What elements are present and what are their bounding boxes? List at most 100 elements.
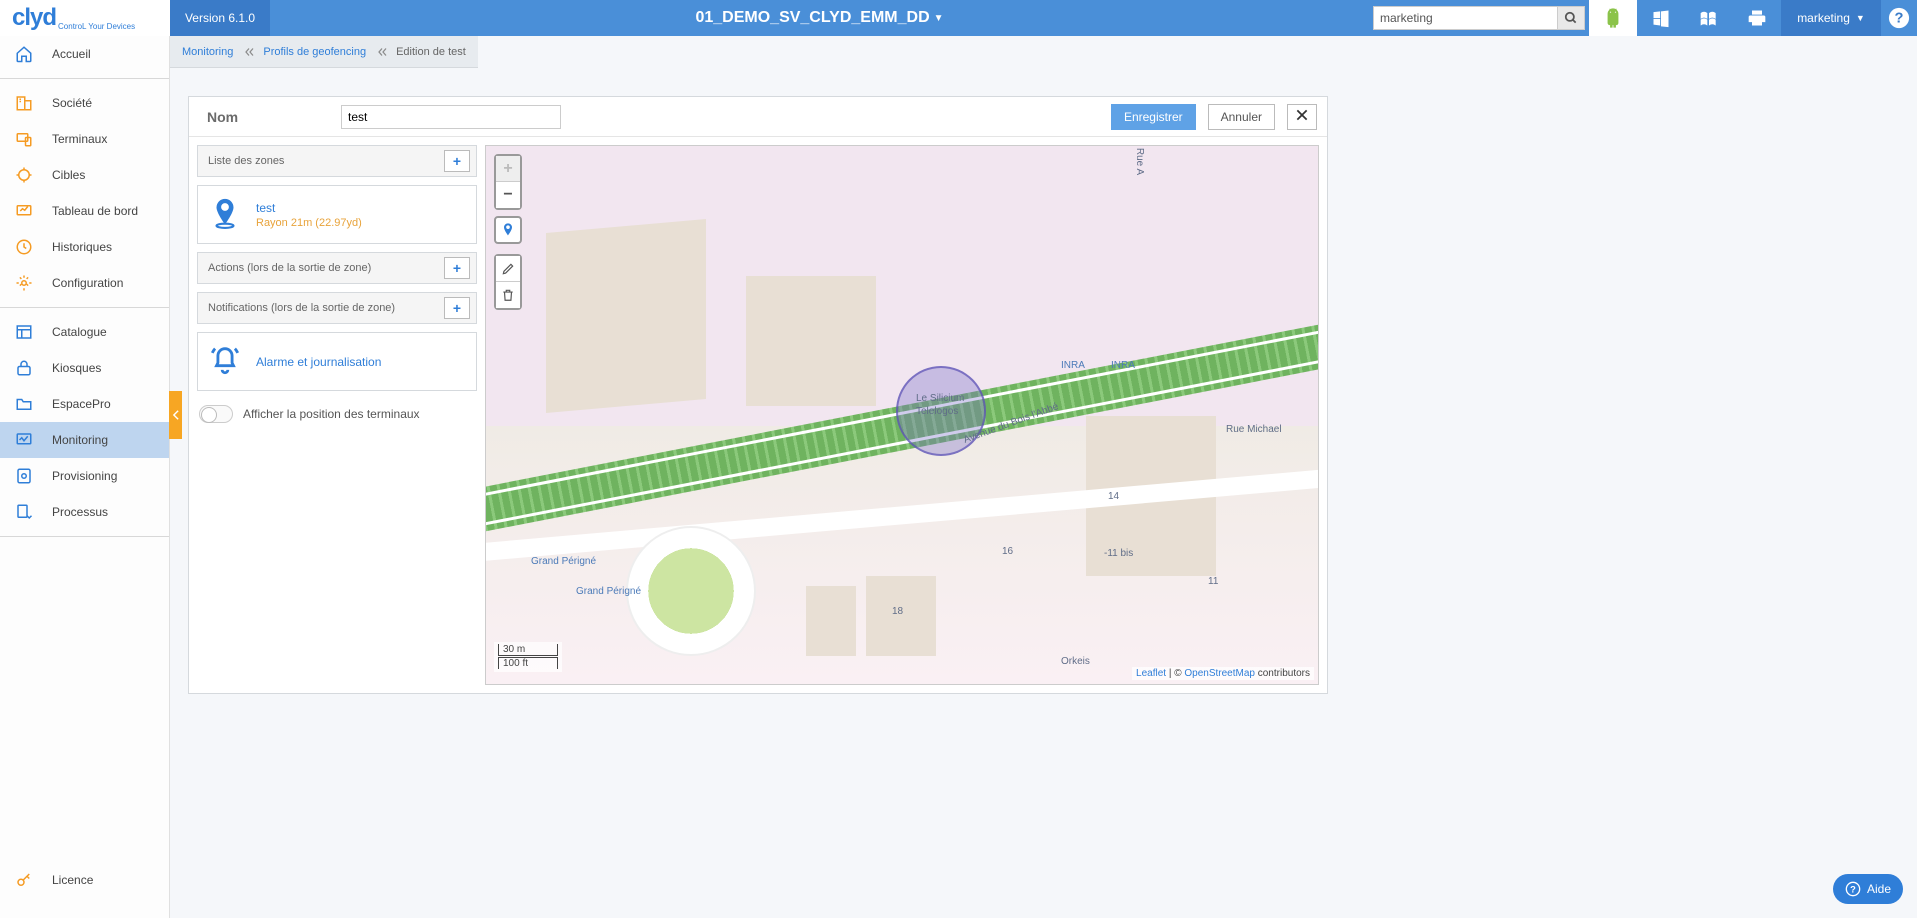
zones-section-header: Liste des zones +	[197, 145, 477, 177]
geofence-zone-overlay	[896, 366, 986, 456]
sidebar-item-label: Monitoring	[52, 433, 108, 447]
breadcrumb-link-monitoring[interactable]: Monitoring	[182, 46, 233, 58]
sidebar-item-label: Licence	[52, 873, 93, 887]
svg-text:?: ?	[1895, 11, 1904, 27]
osm-link[interactable]: OpenStreetMap	[1184, 668, 1255, 679]
breadcrumb-current: Edition de test	[396, 46, 466, 58]
sidebar-item-label: Kiosques	[52, 361, 101, 375]
toggle-label: Afficher la position des terminaux	[243, 407, 420, 421]
logo-text: clyd	[12, 4, 56, 32]
search-icon	[1564, 11, 1578, 25]
home-icon	[14, 44, 34, 64]
sidebar-item-cibles[interactable]: Cibles	[0, 157, 169, 193]
save-button[interactable]: Enregistrer	[1111, 104, 1196, 130]
help-icon: ?	[1845, 881, 1861, 897]
sidebar-item-label: Société	[52, 96, 92, 110]
map-zoom-control: + −	[494, 154, 522, 210]
map-pin-icon	[500, 221, 516, 239]
sidebar-item-societe[interactable]: Société	[0, 85, 169, 121]
breadcrumb: Monitoring Profils de geofencing Edition…	[170, 36, 478, 68]
help-floating-button[interactable]: ? Aide	[1833, 874, 1903, 904]
map-building	[866, 576, 936, 656]
gear-icon	[14, 273, 34, 293]
sidebar-item-label: Configuration	[52, 276, 123, 290]
help-button[interactable]: ?	[1881, 0, 1917, 36]
section-title: Liste des zones	[208, 155, 284, 167]
print-icon	[1747, 8, 1767, 28]
search-button[interactable]	[1557, 6, 1585, 30]
map-delete-shape-button[interactable]	[496, 282, 520, 308]
sidebar-item-label: Provisioning	[52, 469, 117, 483]
zone-radius: Rayon 21m (22.97yd)	[256, 217, 362, 229]
breadcrumb-sep-icon	[241, 45, 255, 57]
sidebar-item-tableau[interactable]: Tableau de bord	[0, 193, 169, 229]
show-positions-toggle[interactable]	[199, 405, 233, 423]
chevron-down-icon: ▼	[934, 13, 944, 24]
close-button[interactable]	[1287, 104, 1317, 130]
monitoring-icon	[14, 430, 34, 450]
add-notification-button[interactable]: +	[444, 297, 470, 319]
notification-label[interactable]: Alarme et journalisation	[256, 355, 381, 369]
search-input[interactable]	[1373, 6, 1557, 30]
sidebar-item-label: Historiques	[52, 240, 112, 254]
windows-icon	[1651, 8, 1671, 28]
history-icon	[14, 237, 34, 257]
map-pin-icon	[208, 196, 242, 233]
sidebar-item-label: Tableau de bord	[52, 204, 138, 218]
sidebar-item-historiques[interactable]: Historiques	[0, 229, 169, 265]
notification-card[interactable]: Alarme et journalisation	[197, 332, 477, 391]
sidebar-item-accueil[interactable]: Accueil	[0, 36, 169, 72]
add-zone-button[interactable]: +	[444, 150, 470, 172]
trash-icon	[501, 288, 515, 302]
platform-android-button[interactable]	[1589, 0, 1637, 36]
map-edit-shape-button[interactable]	[496, 256, 520, 282]
folder-icon	[14, 394, 34, 414]
help-icon: ?	[1888, 7, 1910, 29]
print-button[interactable]	[1733, 0, 1781, 36]
map-edit-control	[494, 254, 522, 310]
zoom-out-button[interactable]: −	[496, 182, 520, 208]
user-menu[interactable]: marketing ▼	[1781, 0, 1881, 36]
android-icon	[1603, 8, 1623, 28]
device-icon	[14, 129, 34, 149]
zone-card[interactable]: test Rayon 21m (22.97yd)	[197, 185, 477, 244]
zoom-in-button[interactable]: +	[496, 156, 520, 182]
breadcrumb-link-profils[interactable]: Profils de geofencing	[263, 46, 366, 58]
cancel-button[interactable]: Annuler	[1208, 104, 1275, 130]
notifications-section-header: Notifications (lors de la sortie de zone…	[197, 292, 477, 324]
scale-metric: 30 m	[498, 644, 558, 656]
sidebar-item-licence[interactable]: Licence	[0, 862, 169, 898]
map-roundabout	[626, 526, 756, 656]
nom-input[interactable]	[341, 105, 561, 129]
dashboard-icon	[14, 201, 34, 221]
bell-icon	[208, 343, 242, 380]
windows-legacy-icon	[1699, 8, 1719, 28]
map[interactable]: Le Silicium Telelogos Grand Périgné Gran…	[485, 145, 1319, 685]
zone-name[interactable]: test	[256, 201, 362, 215]
sidebar-item-terminaux[interactable]: Terminaux	[0, 121, 169, 157]
project-selector[interactable]: 01_DEMO_SV_CLYD_EMM_DD ▼	[270, 0, 1369, 36]
sidebar-item-provisioning[interactable]: Provisioning	[0, 458, 169, 494]
map-attribution: Leaflet | © OpenStreetMap contributors	[1132, 667, 1314, 680]
sidebar-item-kiosques[interactable]: Kiosques	[0, 350, 169, 386]
add-action-button[interactable]: +	[444, 257, 470, 279]
actions-section-header: Actions (lors de la sortie de zone) +	[197, 252, 477, 284]
sidebar-item-monitoring[interactable]: Monitoring	[0, 422, 169, 458]
attr-text: contributors	[1255, 668, 1310, 679]
logo-tagline: ControL Your Devices	[58, 22, 135, 31]
sidebar-item-catalogue[interactable]: Catalogue	[0, 314, 169, 350]
sidebar-item-espacepro[interactable]: EspacePro	[0, 386, 169, 422]
logo: clyd ControL Your Devices	[0, 0, 170, 36]
sidebar-item-label: Processus	[52, 505, 108, 519]
sidebar-item-label: Terminaux	[52, 132, 107, 146]
map-place-pin-button[interactable]	[494, 216, 522, 244]
sidebar-item-label: Accueil	[52, 47, 91, 61]
sidebar-item-configuration[interactable]: Configuration	[0, 265, 169, 301]
platform-windows-legacy-button[interactable]	[1685, 0, 1733, 36]
sidebar-item-processus[interactable]: Processus	[0, 494, 169, 530]
user-name: marketing	[1797, 11, 1850, 25]
map-building	[746, 276, 876, 406]
platform-windows-button[interactable]	[1637, 0, 1685, 36]
leaflet-link[interactable]: Leaflet	[1136, 668, 1166, 679]
breadcrumb-sep-icon	[374, 45, 388, 57]
